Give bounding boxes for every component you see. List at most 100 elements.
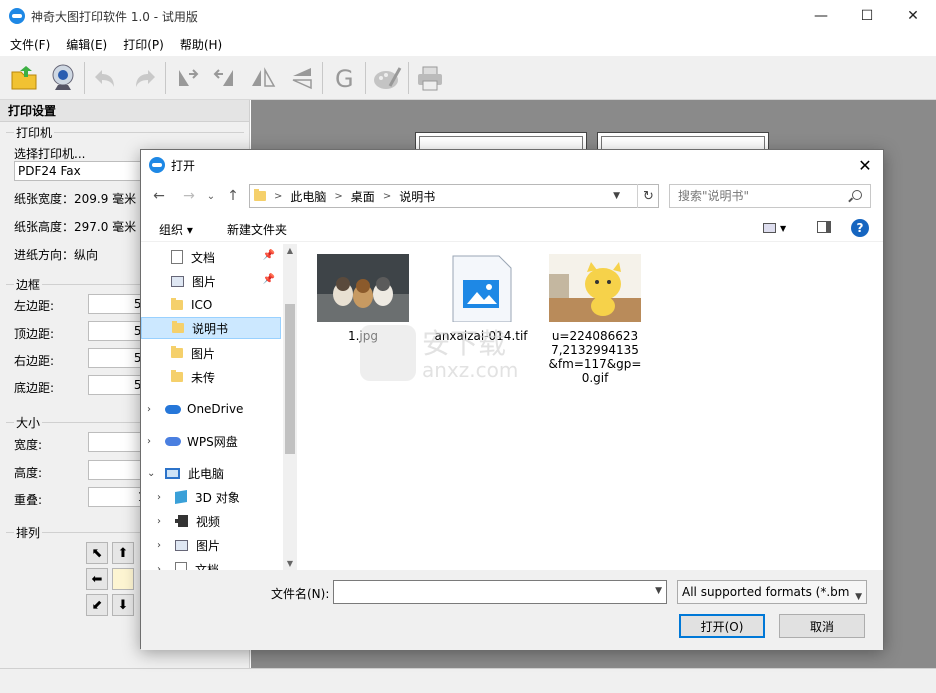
- panel-header: 打印设置: [0, 100, 249, 122]
- tree-item-label: 文档: [191, 250, 216, 265]
- tree-item-3d-objects[interactable]: › 3D 对象: [157, 486, 281, 508]
- search-input[interactable]: 搜索"说明书": [669, 184, 871, 208]
- paint-palette-icon[interactable]: [368, 59, 406, 97]
- menu-help[interactable]: 帮助(H): [170, 36, 228, 53]
- address-bar[interactable]: > 此电脑 > 桌面 > 说明书 ▼: [249, 184, 659, 208]
- computer-icon: [165, 467, 180, 479]
- chevron-down-icon[interactable]: ⌄: [147, 468, 159, 479]
- help-icon[interactable]: ?: [851, 219, 869, 237]
- width-label: 宽度:: [14, 438, 43, 452]
- address-dropdown-icon[interactable]: ▼: [613, 191, 620, 201]
- organize-button[interactable]: 组织 ▾: [159, 221, 193, 238]
- view-options-icon[interactable]: ▼: [763, 221, 793, 235]
- open-folder-icon[interactable]: [6, 59, 44, 97]
- folder-icon: [254, 189, 266, 201]
- minimize-button[interactable]: —: [798, 0, 844, 32]
- breadcrumb-manual[interactable]: 说明书: [399, 188, 435, 205]
- maximize-button[interactable]: ☐: [844, 0, 890, 32]
- svg-text:G: G: [335, 65, 354, 92]
- arrange-left-button[interactable]: ⬅: [86, 568, 108, 590]
- printer-group-title: 打印机: [14, 124, 55, 141]
- undo-icon[interactable]: [87, 59, 125, 97]
- toolbar-separator: [408, 61, 409, 94]
- mirror-vertical-icon[interactable]: [282, 59, 320, 97]
- arrange-down-left-button[interactable]: ⬋: [86, 594, 108, 616]
- menu-edit[interactable]: 编辑(E): [56, 36, 113, 53]
- tree-item-ico[interactable]: ICO: [171, 294, 281, 316]
- scroll-down-icon[interactable]: ▼: [285, 559, 295, 568]
- status-bar: [0, 668, 936, 693]
- tree-item-this-pc[interactable]: ⌄ 此电脑: [147, 462, 281, 484]
- document-icon: [171, 250, 183, 264]
- tree-item-label: 3D 对象: [195, 490, 240, 505]
- title-bar: 神奇大图打印软件 1.0 - 试用版 — ☐ ✕: [0, 0, 936, 32]
- menu-print[interactable]: 打印(P): [113, 36, 170, 53]
- picture-icon: [171, 275, 184, 287]
- flip-right-icon[interactable]: [206, 59, 244, 97]
- breadcrumb-this-pc[interactable]: 此电脑: [290, 188, 326, 205]
- file-type-select[interactable]: All supported formats (*.bm ▼: [677, 580, 867, 604]
- open-file-dialog: 打开 ✕ ← → ⌄ ↑ > 此电脑 > 桌面 > 说明书 ▼ ↻ 搜索"说明书…: [140, 149, 884, 650]
- arrange-up-button[interactable]: ⬆: [112, 542, 134, 564]
- folder-icon: [172, 321, 184, 333]
- new-folder-button[interactable]: 新建文件夹: [227, 221, 287, 238]
- search-icon: [852, 190, 862, 200]
- cancel-button[interactable]: 取消: [779, 614, 865, 638]
- grayscale-icon[interactable]: G: [325, 59, 363, 97]
- tree-item-documents[interactable]: 文档 📌: [171, 246, 281, 268]
- video-icon: [175, 515, 188, 527]
- tree-item-label: 图片: [196, 538, 221, 553]
- dialog-close-button[interactable]: ✕: [853, 153, 877, 177]
- flip-left-icon[interactable]: [168, 59, 206, 97]
- open-button[interactable]: 打开(O): [679, 614, 765, 638]
- arrange-up-left-button[interactable]: ⬉: [86, 542, 108, 564]
- dialog-footer: 文件名(N): ▼ All supported formats (*.bm ▼ …: [141, 570, 883, 650]
- forward-icon[interactable]: →: [179, 186, 199, 206]
- select-printer-link[interactable]: 选择打印机...: [14, 145, 85, 162]
- tree-item-videos[interactable]: › 视频: [157, 510, 281, 532]
- app-icon: [9, 8, 25, 24]
- breadcrumb-desktop[interactable]: 桌面: [351, 188, 375, 205]
- overlap-label: 重叠:: [14, 493, 43, 507]
- printer-icon[interactable]: [411, 59, 449, 97]
- file-item[interactable]: 1.jpg: [315, 254, 411, 343]
- chevron-right-icon[interactable]: ›: [157, 492, 169, 503]
- arrange-down-button[interactable]: ⬇: [112, 594, 134, 616]
- mirror-horizontal-icon[interactable]: [244, 59, 282, 97]
- tree-item-manual[interactable]: 说明书: [141, 317, 281, 339]
- back-icon[interactable]: ←: [149, 186, 169, 206]
- tree-item-pictures-pc[interactable]: › 图片: [157, 534, 281, 556]
- filename-input[interactable]: ▼: [333, 580, 667, 604]
- scrollbar-thumb[interactable]: [285, 304, 295, 454]
- gif-thumbnail: [549, 254, 641, 322]
- menu-file[interactable]: 文件(F): [0, 36, 56, 53]
- tree-item-unuploaded[interactable]: 未传: [171, 366, 281, 388]
- refresh-icon[interactable]: ↻: [637, 184, 659, 208]
- bottom-margin-label: 底边距:: [14, 381, 55, 395]
- tree-item-wps-drive[interactable]: › WPS网盘: [147, 430, 281, 452]
- webcam-icon[interactable]: [44, 59, 82, 97]
- up-folder-icon[interactable]: ↑: [223, 186, 243, 206]
- recent-locations-icon[interactable]: ⌄: [201, 186, 221, 206]
- file-list[interactable]: 1.jpg anxaizai-014.tif u=2240866237,2132…: [299, 244, 883, 570]
- tree-item-onedrive[interactable]: › OneDrive: [147, 398, 281, 420]
- chevron-right-icon[interactable]: ›: [147, 436, 159, 447]
- chevron-right-icon[interactable]: ›: [157, 540, 169, 551]
- tree-item-pictures[interactable]: 图片 📌: [171, 270, 281, 292]
- chevron-down-icon[interactable]: ▼: [655, 586, 662, 596]
- navigation-scrollbar[interactable]: ▲ ▼: [283, 244, 297, 570]
- chevron-down-icon[interactable]: ▼: [855, 586, 862, 603]
- chevron-right-icon[interactable]: ›: [157, 516, 169, 527]
- chevron-right-icon[interactable]: ›: [147, 404, 159, 415]
- close-button[interactable]: ✕: [890, 0, 936, 32]
- folder-icon: [171, 298, 183, 310]
- tree-item-documents-pc[interactable]: › 文档: [157, 558, 281, 570]
- file-item[interactable]: anxaizai-014.tif: [433, 254, 529, 343]
- redo-icon[interactable]: [125, 59, 163, 97]
- right-margin-label: 右边距:: [14, 354, 55, 368]
- preview-pane-icon[interactable]: [817, 221, 831, 233]
- scroll-up-icon[interactable]: ▲: [285, 246, 295, 255]
- file-item[interactable]: u=2240866237,2132994135&fm=117&gp=0.gif: [547, 254, 643, 385]
- tree-item-pictures-folder[interactable]: 图片: [171, 342, 281, 364]
- arrange-center-button[interactable]: [112, 568, 134, 590]
